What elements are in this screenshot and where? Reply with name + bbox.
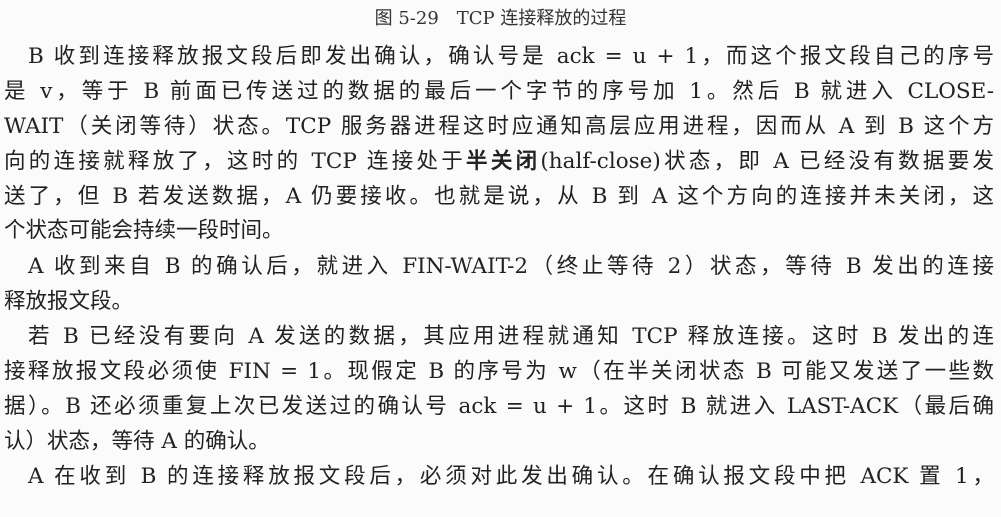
paragraph-line: 若 B 已经没有要向 A 发送的数据，其应用进程就通知 TCP 释放连接。这时 …: [28, 324, 994, 349]
paragraph-line: 是 v，等于 B 前面已传送过的数据的最后一个字节的序号加 1。然后 B 就进入…: [4, 79, 994, 104]
paragraph-line: 据）。B 还必须重复上次已发送过的确认号 ack = u + 1。这时 B 就进…: [4, 394, 994, 419]
paragraph-line: 认）状态，等待 A 的确认。: [4, 429, 270, 454]
paragraph-line: A 在收到 B 的连接释放报文段后，必须对此发出确认。在确认报文段中把 ACK …: [28, 464, 994, 489]
paragraph-line: 送了，但 B 若发送数据，A 仍要接收。也就是说，从 B 到 A 这个方向的连接…: [4, 184, 994, 209]
text-span: (half-close)状态，即 A 已经没有数据要发: [540, 149, 994, 174]
paragraph-line: 个状态可能会持续一段时间。: [4, 218, 284, 243]
paragraph-line: 释放报文段。: [4, 289, 134, 314]
paragraph-line: 向的连接就释放了，这时的 TCP 连接处于半关闭(half-close)状态，即…: [4, 147, 994, 177]
paragraph-line: WAIT（关闭等待）状态。TCP 服务器进程这时应通知高层应用进程，因而从 A …: [4, 114, 994, 139]
paragraph-line: A 收到来自 B 的确认后，就进入 FIN-WAIT-2（终止等待 2）状态，等…: [28, 254, 994, 279]
text-span: 向的连接就释放了，这时的 TCP 连接处于: [4, 149, 467, 174]
figure-caption: 图 5-29 TCP 连接释放的过程: [374, 8, 627, 29]
paragraph-line: B 收到连接释放报文段后即发出确认，确认号是 ack = u + 1，而这个报文…: [28, 44, 994, 69]
bold-term: 半关闭: [466, 149, 541, 174]
paragraph-line: 接释放报文段必须使 FIN = 1。现假定 B 的序号为 w（在半关闭状态 B …: [4, 359, 994, 384]
